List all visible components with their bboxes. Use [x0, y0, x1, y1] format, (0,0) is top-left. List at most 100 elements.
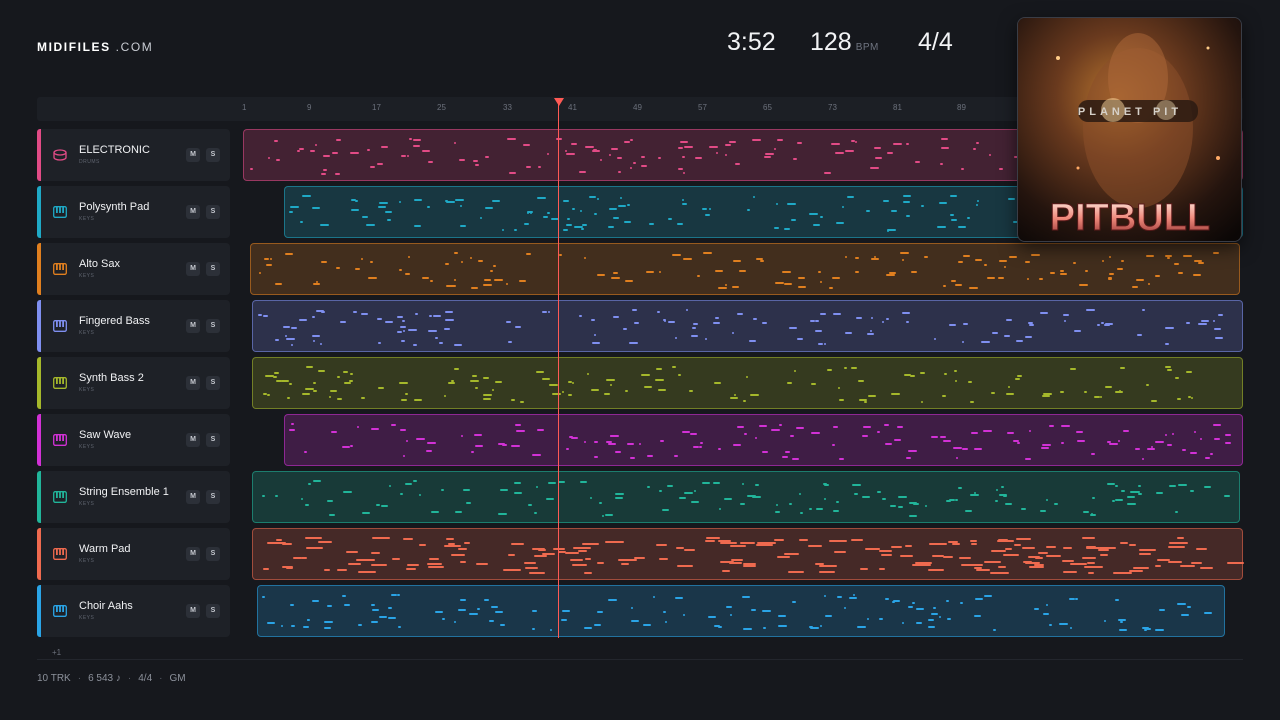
solo-button[interactable]: S	[206, 319, 220, 333]
solo-button[interactable]: S	[206, 376, 220, 390]
midi-note	[1214, 438, 1220, 440]
solo-button[interactable]: S	[206, 433, 220, 447]
midi-note	[746, 376, 748, 378]
midi-note	[381, 505, 388, 507]
track-header[interactable]: Choir Aahs KEYS M S	[37, 585, 230, 637]
midi-note	[608, 599, 617, 601]
midi-note	[775, 511, 780, 513]
track-header[interactable]: Saw Wave KEYS M S	[37, 414, 230, 466]
midi-clip[interactable]	[252, 300, 1243, 352]
mute-button[interactable]: M	[186, 148, 200, 162]
midi-note	[903, 195, 911, 197]
midi-note	[870, 330, 872, 332]
midi-note	[413, 480, 417, 482]
midi-note	[1013, 440, 1019, 442]
midi-note	[963, 323, 968, 325]
playhead[interactable]	[558, 101, 559, 638]
midi-note	[891, 546, 902, 548]
midi-note	[827, 369, 832, 371]
track-header[interactable]: ELECTRONIC DRUMS M S	[37, 129, 230, 181]
midi-clip[interactable]	[257, 585, 1225, 637]
midi-note	[552, 393, 561, 395]
midi-note	[597, 562, 604, 564]
midi-note	[315, 144, 317, 146]
midi-note	[974, 567, 982, 569]
midi-note	[865, 548, 880, 550]
midi-note	[273, 376, 277, 378]
track-header[interactable]: Alto Sax KEYS M S	[37, 243, 230, 295]
solo-button[interactable]: S	[206, 262, 220, 276]
midi-note	[527, 211, 533, 213]
midi-note	[623, 328, 627, 330]
ruler-tick: 33	[503, 103, 512, 112]
track-count: 10 TRK	[37, 673, 71, 684]
midi-note	[597, 274, 605, 276]
track-header[interactable]: Warm Pad KEYS M S	[37, 528, 230, 580]
midi-note	[1004, 335, 1010, 337]
midi-note	[799, 539, 808, 541]
midi-note	[532, 628, 535, 630]
midi-note	[297, 150, 300, 152]
midi-note	[730, 545, 746, 547]
midi-note	[348, 563, 361, 565]
midi-clip[interactable]	[252, 357, 1243, 409]
solo-button[interactable]: S	[206, 604, 220, 618]
solo-button[interactable]: S	[206, 547, 220, 561]
more-tracks-indicator[interactable]: +1	[52, 648, 61, 657]
midi-note	[998, 277, 1004, 279]
midi-note	[366, 224, 375, 226]
playhead-handle[interactable]	[554, 98, 564, 106]
midi-note	[302, 195, 311, 197]
midi-note	[759, 425, 767, 427]
midi-note	[743, 628, 752, 630]
mute-button[interactable]: M	[186, 376, 200, 390]
midi-note	[955, 380, 957, 382]
midi-note	[435, 337, 438, 339]
solo-button[interactable]: S	[206, 490, 220, 504]
midi-note	[832, 277, 840, 279]
midi-note	[940, 163, 943, 165]
midi-note	[584, 441, 586, 443]
midi-clip[interactable]	[252, 528, 1244, 580]
midi-note	[1038, 552, 1048, 554]
mute-button[interactable]: M	[186, 319, 200, 333]
midi-note	[1225, 442, 1231, 444]
midi-note	[474, 434, 482, 436]
midi-note	[1025, 458, 1031, 460]
midi-note	[726, 606, 732, 608]
midi-note	[270, 258, 272, 260]
track-header[interactable]: String Ensemble 1 KEYS M S	[37, 471, 230, 523]
mute-button[interactable]: M	[186, 262, 200, 276]
track-header[interactable]: Fingered Bass KEYS M S	[37, 300, 230, 352]
midi-clip[interactable]	[252, 471, 1240, 523]
midi-clip[interactable]	[284, 414, 1243, 466]
midi-note	[355, 268, 360, 270]
solo-button[interactable]: S	[206, 148, 220, 162]
midi-note	[860, 568, 868, 570]
solo-button[interactable]: S	[206, 205, 220, 219]
midi-note	[466, 502, 471, 504]
midi-clip[interactable]	[250, 243, 1240, 295]
midi-note	[378, 387, 384, 389]
track-header[interactable]: Polysynth Pad KEYS M S	[37, 186, 230, 238]
mute-button[interactable]: M	[186, 205, 200, 219]
midi-note	[1119, 390, 1121, 392]
mute-button[interactable]: M	[186, 490, 200, 504]
midi-note	[329, 514, 335, 516]
midi-note	[291, 423, 294, 425]
midi-note	[624, 141, 630, 143]
mute-button[interactable]: M	[186, 604, 200, 618]
midi-note	[578, 550, 587, 552]
midi-note	[358, 571, 376, 573]
mute-button[interactable]: M	[186, 433, 200, 447]
midi-note	[1104, 620, 1106, 622]
midi-note	[371, 428, 379, 430]
midi-note	[1017, 375, 1022, 377]
midi-note	[1060, 273, 1067, 275]
track-header[interactable]: Synth Bass 2 KEYS M S	[37, 357, 230, 409]
midi-note	[678, 374, 681, 376]
midi-note	[599, 502, 602, 504]
midi-note	[958, 487, 962, 489]
midi-note	[800, 512, 803, 514]
mute-button[interactable]: M	[186, 547, 200, 561]
